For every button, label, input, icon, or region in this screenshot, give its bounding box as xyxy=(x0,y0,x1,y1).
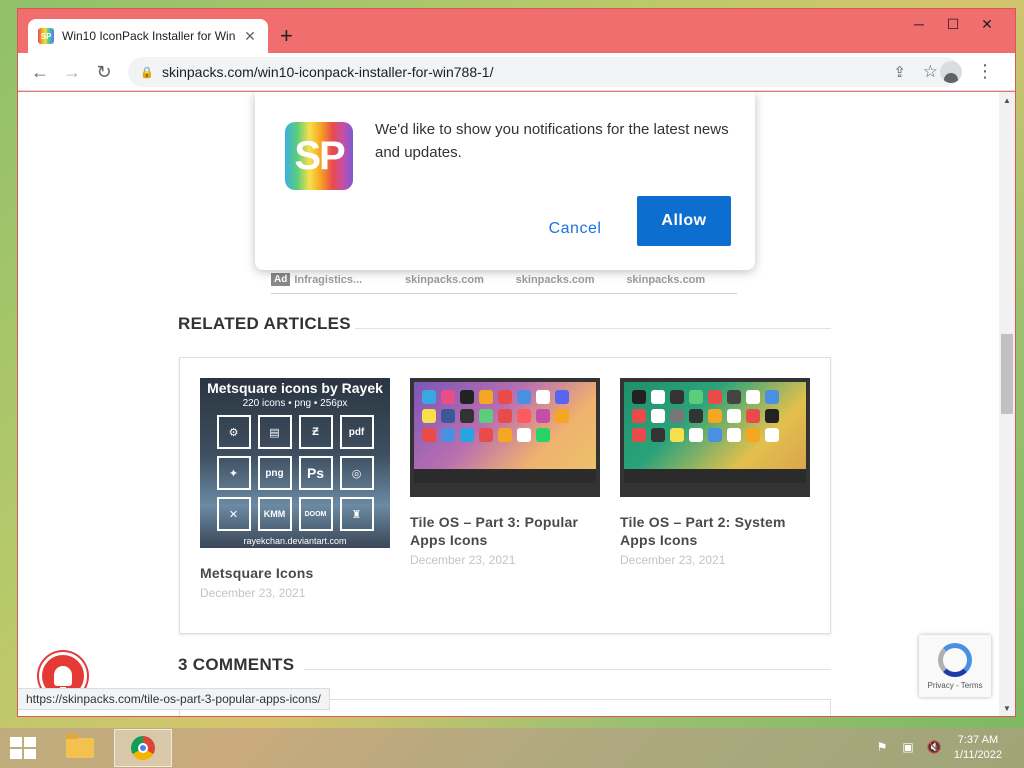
tab-title: Win10 IconPack Installer for Win xyxy=(62,29,236,43)
minimize-button[interactable]: ─ xyxy=(902,11,936,37)
thumb-screen xyxy=(624,382,806,483)
ad-link[interactable]: skinpacks.com xyxy=(626,274,737,286)
zbrush-icon: Ƶ xyxy=(298,415,333,449)
tab-strip: SP Win10 IconPack Installer for Win ✕ + … xyxy=(18,9,1015,53)
article-date: December 23, 2021 xyxy=(410,553,516,567)
thumb-app-icons xyxy=(632,390,779,442)
page-viewport: Ad Infragistics... skinpacks.com skinpac… xyxy=(18,92,1015,716)
system-tray: ⚑ ▣ 🔇 xyxy=(874,738,942,756)
share-icon[interactable]: ⇪ xyxy=(893,63,906,81)
article-thumbnail[interactable] xyxy=(620,378,810,497)
article-title[interactable]: Tile OS – Part 3: Popular Apps Icons xyxy=(410,513,600,549)
address-url: skinpacks.com/win10-iconpack-installer-f… xyxy=(162,64,494,80)
photoshop-icon: Ps xyxy=(298,456,333,490)
ad-link[interactable]: skinpacks.com xyxy=(516,274,627,286)
action-center-flag-icon[interactable]: ⚑ xyxy=(874,738,890,756)
ad-link[interactable]: Infragistics... xyxy=(294,274,405,286)
related-articles-box: Metsquare icons by Rayek 220 icons • png… xyxy=(179,357,831,634)
taskbar-clock[interactable]: 7:37 AM 1/11/2022 xyxy=(954,733,1002,763)
volume-muted-icon[interactable]: 🔇 xyxy=(926,738,942,756)
allow-button[interactable]: Allow xyxy=(637,196,731,246)
browser-tab[interactable]: SP Win10 IconPack Installer for Win ✕ xyxy=(28,19,268,53)
thumb-heading: Metsquare icons by Rayek xyxy=(207,380,383,396)
notification-message: We'd like to show you notifications for … xyxy=(375,121,729,161)
clock-date: 1/11/2022 xyxy=(953,749,1002,761)
heading-divider xyxy=(304,669,831,670)
article-date: December 23, 2021 xyxy=(200,586,306,600)
file-explorer-icon[interactable] xyxy=(62,732,98,764)
bookmark-star-icon[interactable]: ☆ xyxy=(923,62,938,82)
png-icon: png xyxy=(257,456,292,490)
scroll-down-arrow-icon[interactable]: ▼ xyxy=(999,700,1015,716)
gimp-icon: ⚙ xyxy=(216,415,251,449)
thumb-app-icons xyxy=(422,390,569,442)
forward-button[interactable]: → xyxy=(60,60,84,84)
recaptcha-icon xyxy=(938,643,972,677)
heading-divider xyxy=(355,328,831,329)
ad-strip: Ad Infragistics... skinpacks.com skinpac… xyxy=(271,266,737,294)
thumb-icon-grid: ⚙ ▤ Ƶ pdf ✦ png Ps ◎ ✕ KMM DOOM ♜ xyxy=(200,415,390,531)
article-title[interactable]: Metsquare Icons xyxy=(200,564,390,582)
article-card[interactable]: Metsquare icons by Rayek 220 icons • png… xyxy=(200,378,390,600)
notepad-icon: ▤ xyxy=(257,415,292,449)
notification-prompt: SP We'd like to show you notifications f… xyxy=(255,92,755,270)
ad-link[interactable]: skinpacks.com xyxy=(405,274,516,286)
browser-toolbar: ← → ↻ 🔒 skinpacks.com/win10-iconpack-ins… xyxy=(18,53,1015,91)
profile-avatar-icon[interactable] xyxy=(940,61,962,83)
fl-studio-icon: ♜ xyxy=(339,497,374,531)
browser-window: SP Win10 IconPack Installer for Win ✕ + … xyxy=(17,8,1016,717)
recaptcha-links[interactable]: Privacy - Terms xyxy=(919,681,991,690)
skinpacks-logo: SP xyxy=(285,122,353,190)
network-icon[interactable]: ▣ xyxy=(900,738,916,756)
window-close-button[interactable]: ✕ xyxy=(970,11,1004,37)
taskbar: ⚑ ▣ 🔇 7:37 AM 1/11/2022 xyxy=(0,728,1024,768)
new-tab-button[interactable]: + xyxy=(280,25,293,47)
comments-heading: 3 COMMENTS xyxy=(178,655,295,674)
reload-button[interactable]: ↻ xyxy=(92,60,116,84)
site-favicon-icon: SP xyxy=(38,28,54,44)
address-bar[interactable]: 🔒 skinpacks.com/win10-iconpack-installer… xyxy=(128,57,960,87)
maximize-button[interactable]: ☐ xyxy=(936,11,970,37)
organizer-icon: DOOM xyxy=(298,497,333,531)
article-thumbnail[interactable] xyxy=(410,378,600,497)
pdf-icon: pdf xyxy=(339,415,374,449)
article-card[interactable]: Tile OS – Part 2: System Apps Icons Dece… xyxy=(620,378,810,567)
article-title[interactable]: Tile OS – Part 2: System Apps Icons xyxy=(620,513,810,549)
status-bar: https://skinpacks.com/tile-os-part-3-pop… xyxy=(18,688,330,710)
article-date: December 23, 2021 xyxy=(620,553,726,567)
scroll-thumb[interactable] xyxy=(1001,334,1013,414)
cancel-button[interactable]: Cancel xyxy=(535,204,615,254)
chrome-icon xyxy=(131,736,155,760)
browser-menu-button[interactable]: ⋮ xyxy=(976,61,994,82)
recaptcha-badge[interactable]: Privacy - Terms xyxy=(919,635,991,697)
scroll-up-arrow-icon[interactable]: ▲ xyxy=(999,92,1015,108)
lock-icon[interactable]: 🔒 xyxy=(140,66,154,79)
back-button[interactable]: ← xyxy=(28,60,52,84)
chrome-taskbar-button[interactable] xyxy=(114,729,172,767)
scrollbar[interactable]: ▲ ▼ xyxy=(999,92,1015,716)
related-articles-heading: RELATED ARTICLES xyxy=(178,314,351,333)
tools-icon: ✕ xyxy=(216,497,251,531)
article-card[interactable]: Tile OS – Part 3: Popular Apps Icons Dec… xyxy=(410,378,600,567)
ad-badge: Ad xyxy=(271,273,291,286)
tab-close-icon[interactable]: ✕ xyxy=(242,28,258,45)
article-thumbnail[interactable]: Metsquare icons by Rayek 220 icons • png… xyxy=(200,378,390,548)
runner-icon: ✦ xyxy=(216,456,251,490)
kmm-icon: KMM xyxy=(257,497,292,531)
windows-start-icon[interactable] xyxy=(10,737,38,761)
origin-icon: ◎ xyxy=(339,456,374,490)
thumb-screen xyxy=(414,382,596,483)
thumb-subheading: 220 icons • png • 256px xyxy=(242,398,348,409)
clock-time: 7:37 AM xyxy=(957,734,999,746)
thumb-footer: rayekchan.deviantart.com xyxy=(243,536,347,546)
